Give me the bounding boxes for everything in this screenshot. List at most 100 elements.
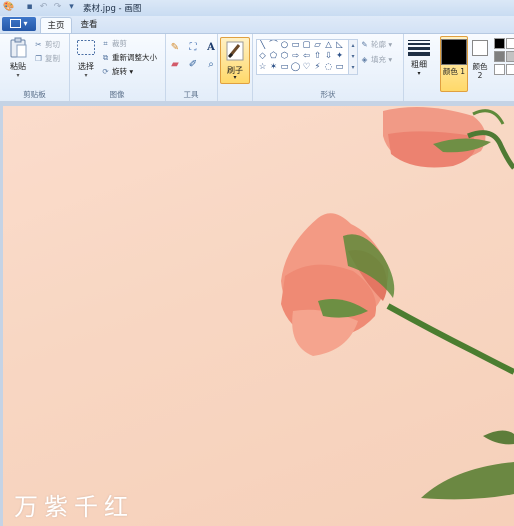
shape-option[interactable]: ⬠ [268,51,279,62]
title-bar: 🎨 ▪ ↶ ↷ ▾ 素材.jpg - 画图 [0,0,514,17]
size-dropdown-icon: ▾ [417,70,421,77]
shape-option[interactable]: △ [323,40,334,51]
shape-option[interactable]: ▭ [334,62,345,73]
color1-swatch [441,39,467,65]
shape-option[interactable]: ◇ [257,51,268,62]
shape-option[interactable]: ⬡ [279,51,290,62]
magnifier-icon[interactable]: ⌕ [204,57,218,71]
image-group-label: 图像 [109,90,125,99]
save-icon[interactable]: ▪ [24,2,35,13]
shape-option[interactable]: ◺ [334,40,345,51]
shape-option[interactable]: ◌ [323,62,334,73]
shape-option[interactable]: ☆ [257,62,268,73]
quick-access-dropdown-icon[interactable]: ▾ [66,2,77,13]
copy-label: 复制 [45,54,60,63]
select-button[interactable]: 选择 ▾ [73,37,99,79]
palette-swatch[interactable] [506,51,514,62]
color2-swatch [472,40,488,56]
color-picker-icon[interactable]: ✐ [186,57,200,71]
fill-icon: ◈ [361,55,368,64]
resize-icon: ⧉ [102,53,109,62]
paste-button[interactable]: 粘贴 ▾ [4,37,32,79]
tab-home[interactable]: 主页 [40,17,72,34]
shape-option[interactable]: ⇧ [312,51,323,62]
tab-view[interactable]: 查看 [74,17,104,33]
resize-button[interactable]: ⧉ 重新调整大小 [101,52,157,63]
palette-swatch[interactable] [506,38,514,49]
cut-label: 剪切 [45,40,60,49]
color1-label: 颜色 1 [442,67,466,76]
shape-option[interactable]: ▭ [279,62,290,73]
shape-option[interactable]: ○ [279,40,290,51]
color2-button[interactable]: 颜色 2 [469,38,491,80]
text-tool-icon[interactable]: A [204,40,218,54]
palette-swatch[interactable] [494,38,505,49]
file-menu-arrow: ▾ [23,19,28,28]
shapes-gallery[interactable]: ╲ ⌒ ○ ▭ ▢ ▱ △ ◺ ◇ ⬠ ⬡ ⇨ ⇦ ⇧ ⇩ ✦ ☆ ✶ ▭ ◯ ♡ ⚡ ◌ ▭ [256,39,350,75]
rotate-label: 旋转 [112,67,127,76]
size-button[interactable]: 粗细 ▾ [405,38,433,77]
ribbon-tab-row: ▾ 主页 查看 [0,16,514,34]
shape-option[interactable]: ✶ [268,62,279,73]
shape-option[interactable]: ♡ [301,62,312,73]
color2-label: 颜色 2 [472,62,488,80]
outline-icon: ✎ [361,40,368,49]
shape-option[interactable]: ✦ [334,51,345,62]
shape-option[interactable]: ⇨ [290,51,301,62]
shape-option[interactable]: ⚡ [312,62,323,73]
clipboard-group-label: 剪贴板 [23,90,46,99]
redo-icon[interactable]: ↷ [52,2,63,13]
brush-icon [226,41,244,61]
clipboard-group: 粘贴 ▾ ✂ 剪切 ❐ 复制 剪贴板 [0,34,70,101]
fill-bucket-icon[interactable]: ⛶ [186,40,200,54]
cut-button[interactable]: ✂ 剪切 [34,39,60,50]
rotate-dropdown-icon: ▾ [129,67,134,76]
tools-group-label: 工具 [183,90,199,99]
canvas-image[interactable] [3,106,514,526]
shape-option[interactable]: ⌒ [268,40,279,51]
shape-option[interactable]: ⇦ [301,51,312,62]
window-title: 素材.jpg - 画图 [83,4,142,14]
fill-button[interactable]: ◈ 填充 ▾ [360,54,393,65]
shape-option[interactable]: ◯ [290,62,301,73]
shape-option[interactable]: ▢ [301,40,312,51]
line-size-icon [408,40,430,56]
shapes-gallery-scroll[interactable]: ▴ ▾ ▾ [348,39,358,75]
rotate-button[interactable]: ⟳ 旋转 ▾ [101,66,133,77]
size-label: 粗细 [411,60,427,69]
file-menu-icon [10,19,22,28]
canvas-workspace[interactable] [0,101,514,526]
outline-button[interactable]: ✎ 轮廓 ▾ [360,39,392,50]
copy-icon: ❐ [35,54,42,63]
color-palette [494,38,514,75]
crop-label: 裁剪 [112,39,127,48]
shape-option[interactable]: ▱ [312,40,323,51]
shape-option[interactable]: ⇩ [323,51,334,62]
pencil-icon[interactable]: ✎ [168,40,182,54]
crop-button[interactable]: ⌗ 裁剪 [101,38,127,49]
paint-app-icon: 🎨 [3,2,15,12]
brush-button[interactable]: 刷子 ▾ [220,37,250,84]
eraser-icon[interactable]: ▰ [168,57,182,71]
paste-label: 粘贴 [10,62,26,71]
tool-grid: ✎ ⛶ A ▰ ✐ ⌕ [168,40,219,71]
shape-option[interactable]: ▭ [290,40,301,51]
rotate-icon: ⟳ [102,67,109,76]
palette-swatch[interactable] [494,51,505,62]
select-dropdown-icon: ▾ [84,72,88,79]
shape-option[interactable]: ╲ [257,40,268,51]
ribbon: 粘贴 ▾ ✂ 剪切 ❐ 复制 剪贴板 选择 ▾ ⌗ 裁剪 ⧉ 重新调整大小 ⟳ 旋转 ▾ … [0,33,514,102]
palette-swatch[interactable] [494,64,505,75]
image-group: 选择 ▾ ⌗ 裁剪 ⧉ 重新调整大小 ⟳ 旋转 ▾ 图像 [69,34,166,101]
watermark-text: 万紫千红 [14,493,134,521]
undo-icon[interactable]: ↶ [38,2,49,13]
paste-dropdown-icon: ▾ [16,72,20,79]
fill-label: 填充 [371,55,386,64]
brush-dropdown-icon: ▾ [233,74,237,81]
color1-button[interactable]: 颜色 1 [440,36,468,92]
palette-swatch[interactable] [506,64,514,75]
scissors-icon: ✂ [35,40,42,49]
paste-icon [7,37,29,59]
file-menu-button[interactable]: ▾ [2,17,36,31]
copy-button[interactable]: ❐ 复制 [34,53,60,64]
